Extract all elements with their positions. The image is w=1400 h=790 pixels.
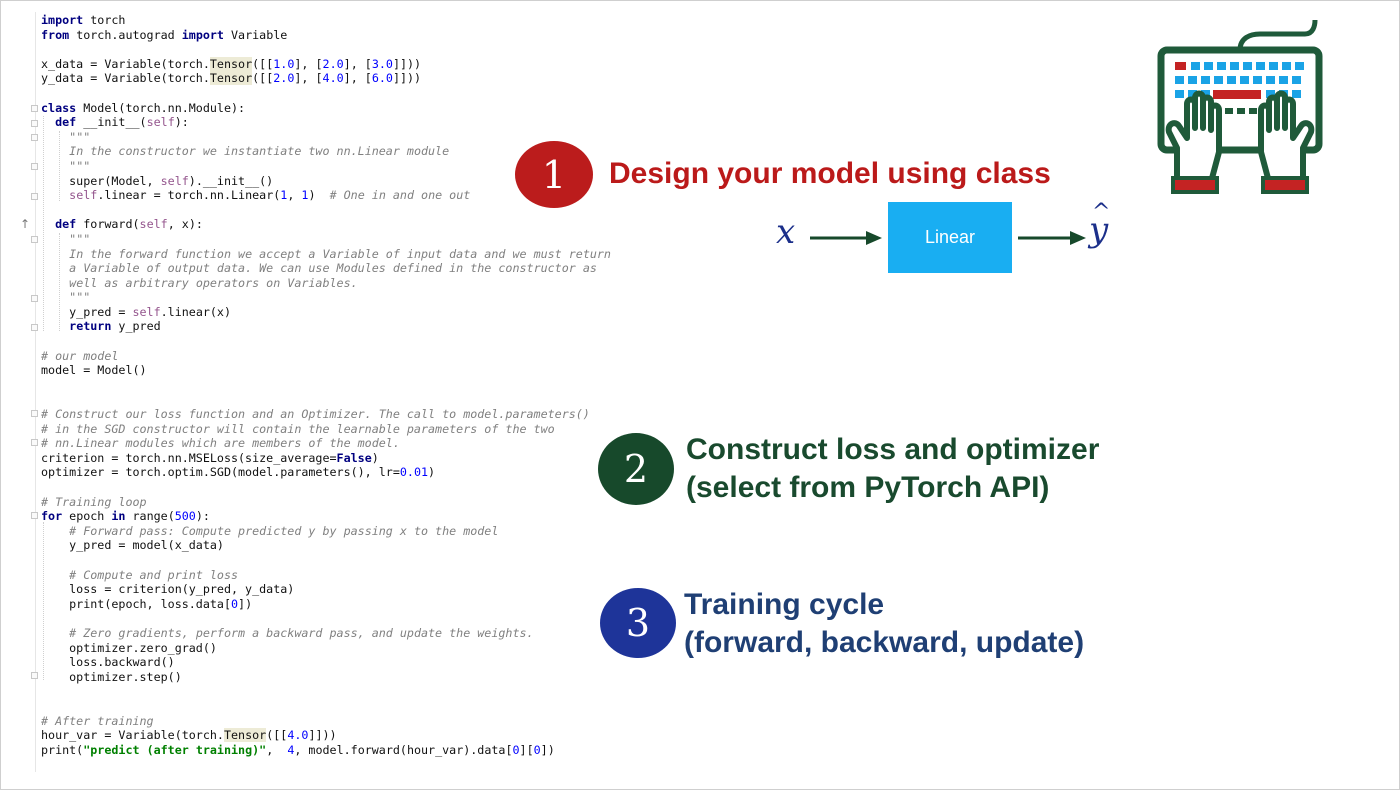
input-variable: x	[776, 212, 796, 252]
linear-box: Linear	[888, 202, 1012, 273]
keyboard-typing-icon	[1157, 20, 1323, 194]
input-arrow	[810, 231, 882, 245]
output-arrow	[1018, 231, 1086, 245]
output-hat: ^	[1092, 200, 1111, 225]
